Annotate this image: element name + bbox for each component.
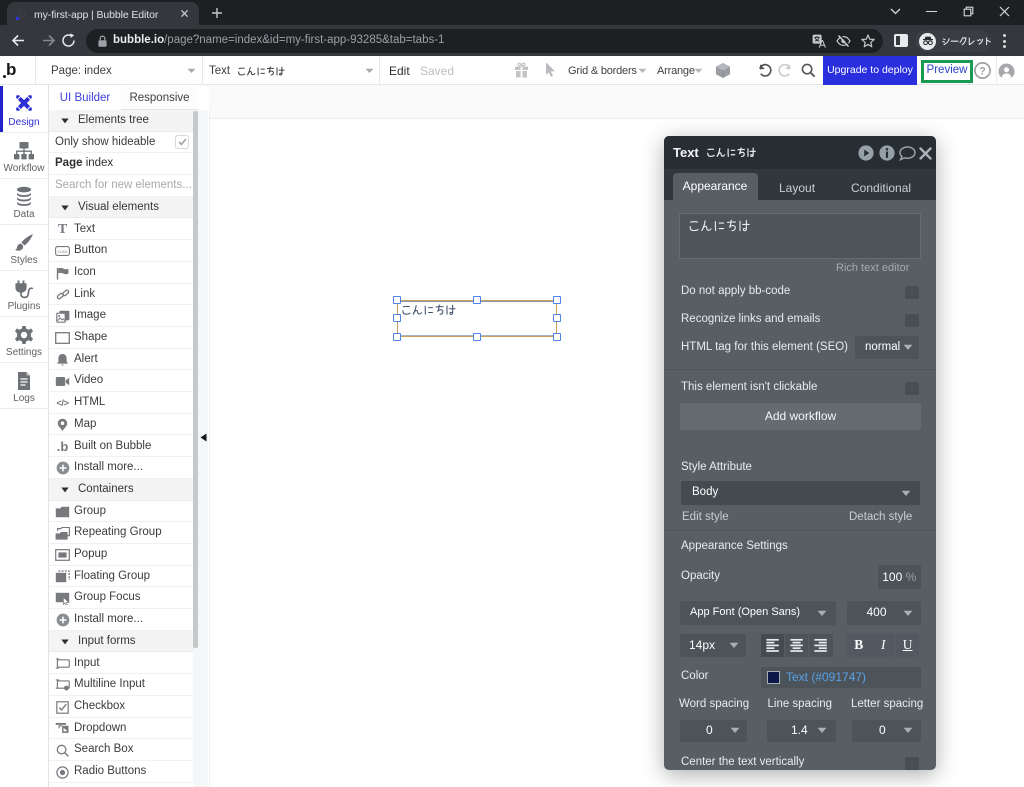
svg-text:CLICK: CLICK [58,250,69,254]
svg-text:?: ? [979,66,986,78]
